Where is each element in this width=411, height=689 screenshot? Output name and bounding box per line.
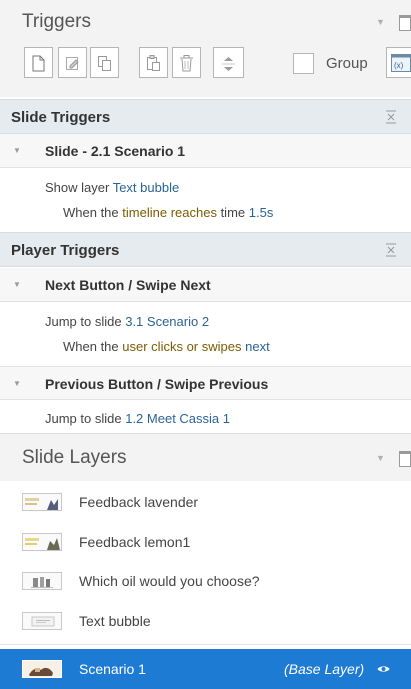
layer-thumbnail — [22, 533, 62, 551]
cond-value-link[interactable]: 1.5s — [249, 205, 274, 220]
slide-layers-title: Slide Layers — [22, 447, 127, 468]
variables-button[interactable]: (x) — [386, 47, 411, 78]
next-trigger-action[interactable]: Jump to slide 3.1 Scenario 2 — [45, 314, 209, 329]
player-triggers-header: Player Triggers — [11, 242, 120, 259]
move-trigger-stepper[interactable] — [213, 47, 244, 78]
layer-item[interactable]: Feedback lemon1 — [0, 522, 411, 562]
expand-triangle-icon[interactable]: ▼ — [13, 280, 21, 289]
layer-thumbnail — [22, 660, 62, 678]
chevron-down-icon[interactable]: ▼ — [376, 17, 385, 27]
action-prefix: Show layer — [45, 180, 110, 195]
prev-trigger-group-label: Previous Button / Swipe Previous — [45, 376, 269, 392]
prev-trigger-group[interactable]: ▼ Previous Button / Swipe Previous — [0, 366, 411, 400]
next-trigger-group-label: Next Button / Swipe Next — [45, 277, 211, 293]
new-trigger-button[interactable] — [24, 47, 53, 78]
group-label: Group — [326, 55, 368, 72]
copy-trigger-button[interactable] — [90, 47, 119, 78]
action-prefix: Jump to slide — [45, 411, 122, 426]
slide-layers-panel-header: Slide Layers ▼ — [0, 433, 411, 481]
layer-thumbnail — [22, 493, 62, 511]
panel-float-icon[interactable] — [399, 451, 411, 467]
layer-name: Feedback lemon1 — [79, 534, 191, 550]
slide-trigger-action[interactable]: Show layer Text bubble — [45, 180, 179, 195]
layer-name: Feedback lavender — [79, 494, 199, 510]
layer-name: Which oil would you choose? — [79, 573, 260, 589]
layer-item[interactable]: Text bubble — [0, 601, 411, 641]
base-layer-item[interactable]: Scenario 1 (Base Layer) — [0, 649, 411, 689]
cond-when: When the — [63, 339, 119, 354]
triggers-panel-header: Triggers ▼ Group (x) — [0, 0, 411, 97]
layer-name: Text bubble — [79, 613, 151, 629]
layer-name: Scenario 1 — [79, 661, 146, 677]
prev-trigger-action[interactable]: Jump to slide 1.2 Meet Cassia 1 — [45, 411, 230, 426]
layer-thumbnail — [22, 612, 62, 630]
player-triggers-section[interactable]: Player Triggers — [0, 232, 411, 267]
triggers-title: Triggers — [22, 11, 91, 32]
base-layer-tag: (Base Layer) — [284, 661, 365, 677]
layer-divider — [0, 644, 411, 645]
action-prefix: Jump to slide — [45, 314, 122, 329]
layer-item[interactable]: Which oil would you choose? — [0, 561, 411, 601]
layer-thumbnail — [22, 572, 62, 590]
slide-trigger-group[interactable]: ▼ Slide - 2.1 Scenario 1 — [0, 134, 411, 168]
action-target-link[interactable]: 1.2 Meet Cassia 1 — [125, 411, 230, 426]
eye-icon[interactable] — [377, 664, 390, 674]
action-target-link[interactable]: 3.1 Scenario 2 — [125, 314, 209, 329]
slide-trigger-group-label: Slide - 2.1 Scenario 1 — [45, 143, 186, 159]
cond-when: When the — [63, 205, 119, 220]
slide-triggers-section[interactable]: Slide Triggers — [0, 99, 411, 134]
panel-float-icon[interactable] — [399, 15, 411, 31]
next-trigger-condition[interactable]: When the user clicks or swipes next — [63, 339, 270, 354]
expand-triangle-icon[interactable]: ▼ — [13, 379, 21, 388]
chevron-down-icon[interactable]: ▼ — [376, 453, 385, 463]
edit-trigger-button[interactable] — [58, 47, 87, 78]
group-checkbox[interactable] — [293, 53, 314, 74]
collapse-icon[interactable] — [385, 110, 397, 124]
cond-event-link[interactable]: user clicks or swipes — [122, 339, 241, 354]
paste-trigger-button[interactable] — [139, 47, 168, 78]
delete-trigger-button[interactable] — [172, 47, 201, 78]
cond-event-link[interactable]: timeline reaches — [122, 205, 217, 220]
cond-target-link[interactable]: next — [245, 339, 270, 354]
slide-trigger-condition[interactable]: When the timeline reaches time 1.5s — [63, 205, 273, 220]
next-trigger-group[interactable]: ▼ Next Button / Swipe Next — [0, 268, 411, 302]
collapse-icon[interactable] — [385, 243, 397, 257]
layer-item[interactable]: Feedback lavender — [0, 482, 411, 522]
svg-text:(x): (x) — [394, 61, 404, 70]
action-target-link[interactable]: Text bubble — [113, 180, 180, 195]
expand-triangle-icon[interactable]: ▼ — [13, 146, 21, 155]
cond-time: time — [220, 205, 246, 220]
variables-icon: (x) — [391, 54, 411, 72]
slide-triggers-header: Slide Triggers — [11, 109, 111, 126]
